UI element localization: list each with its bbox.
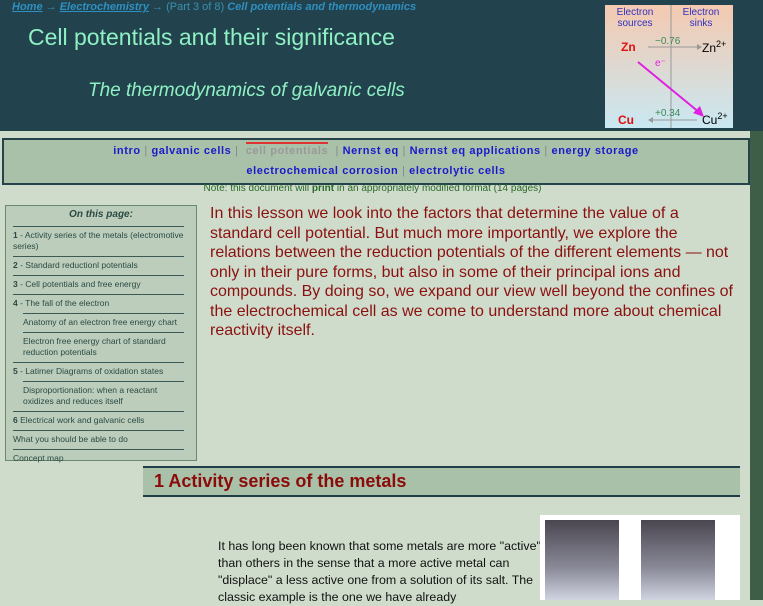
nav-nernst-applications[interactable]: Nernst eq applications [410, 145, 541, 157]
toc-heading: On this page: [69, 209, 133, 220]
nav-sep: | [335, 145, 339, 157]
cu-ion-symbol: Cu [702, 113, 718, 127]
nav-electrochemical-corrosion[interactable]: electrochemical corrosion [246, 165, 398, 177]
cu-label: Cu [618, 113, 634, 127]
right-margin-strip [750, 131, 763, 600]
section-paragraph: It has long been known that some metals … [218, 539, 541, 604]
nav-electrolytic-cells[interactable]: electrolytic cells [409, 165, 505, 177]
electron-sources-label: Electron sources [616, 7, 654, 29]
beaker-before-image [545, 520, 619, 600]
breadcrumb-electrochemistry-link[interactable]: Electrochemistry [60, 1, 149, 13]
toc-item-label: - Latimer Diagrams of oxidation states [17, 366, 164, 376]
breadcrumb-home-link[interactable]: Home [12, 1, 43, 13]
beaker-after-image [641, 520, 715, 600]
toc-item-label: What you should be able to do [13, 434, 128, 444]
section-heading-bar: 1 Activity series of the metals [143, 466, 740, 497]
displacement-photo [540, 515, 740, 600]
breadcrumb-arrow: → [152, 1, 164, 13]
toc-item-label: Electron free energy chart of standard r… [23, 336, 166, 357]
toc-item[interactable]: 6 Electrical work and galvanic cells [13, 411, 184, 430]
breadcrumb-arrow: → [45, 1, 57, 13]
toc-item[interactable]: 1 - Activity series of the metals (elect… [13, 226, 184, 256]
breadcrumb-current: Cell potentials and thermodynamics [227, 1, 417, 13]
zn-ion-charge: 2+ [716, 39, 727, 49]
cu-potential: +0.34 [655, 108, 681, 119]
toc-item-label: Anatomy of an electron free energy chart [23, 317, 178, 327]
toc-item[interactable]: 4 - The fall of the electron [13, 294, 184, 313]
toc-item-label: - Activity series of the metals (electro… [13, 230, 184, 251]
cu-ion-label: Cu2+ [702, 111, 728, 127]
nav-sep: | [235, 145, 239, 157]
zn-ion-label: Zn2+ [702, 39, 726, 55]
toc-item[interactable]: 5 - Latimer Diagrams of oxidation states [13, 362, 184, 381]
nav-nernst-eq[interactable]: Nernst eq [343, 145, 399, 157]
nav-cell-potentials-current: cell potentials [245, 142, 329, 157]
zn-ion-symbol: Zn [702, 41, 717, 55]
toc-item-label: Disproportionation: when a reactant oxid… [23, 385, 158, 406]
note-print: print [311, 183, 335, 194]
electron-label: e⁻ [655, 58, 666, 69]
nav-sep: | [402, 165, 406, 177]
nav-sep: | [402, 145, 406, 157]
intro-paragraph: In this lesson we look into the factors … [210, 205, 733, 339]
toc-item[interactable]: Disproportionation: when a reactant oxid… [23, 381, 184, 411]
toc-item-label: - Standard reductionl potentials [17, 260, 138, 270]
nav-sep: | [544, 145, 548, 157]
page-subtitle: The thermodynamics of galvanic cells [88, 80, 405, 101]
electron-flow-figure: Electron sources Electron sinks Zn −0.76… [605, 5, 733, 128]
electron-sinks-label: Electron sinks [682, 7, 720, 29]
toc-item[interactable]: Anatomy of an electron free energy chart [23, 313, 184, 332]
page-title: Cell potentials and their significance [28, 24, 395, 50]
toc-item[interactable]: Electron free energy chart of standard r… [23, 332, 184, 362]
nav-energy-storage[interactable]: energy storage [552, 145, 639, 157]
breadcrumb-part: (Part 3 of 8) [166, 1, 225, 13]
nav-intro[interactable]: intro [113, 145, 140, 157]
toc-item-label: - Cell potentials and free energy [17, 279, 141, 289]
nav-galvanic-cells[interactable]: galvanic cells [151, 145, 231, 157]
toc-item-label: Concept map [13, 453, 64, 463]
zn-label: Zn [621, 40, 636, 54]
toc-item[interactable]: What you should be able to do [13, 430, 184, 449]
section-heading: 1 Activity series of the metals [154, 471, 407, 491]
zn-potential: −0.76 [655, 36, 681, 47]
nav-sep: | [144, 145, 148, 157]
note-text: in an appropriately modified format (14 … [334, 183, 542, 194]
print-note: Note: this document will print in an app… [0, 183, 745, 194]
toc-item[interactable]: 3 - Cell potentials and free energy [13, 275, 184, 294]
on-this-page-toc: On this page: 1 - Activity series of the… [5, 205, 197, 463]
cu-ion-charge: 2+ [717, 111, 728, 121]
toc-item-label: - The fall of the electron [17, 298, 110, 308]
breadcrumb: Home → Electrochemistry → (Part 3 of 8) … [12, 1, 416, 13]
lesson-nav: intro | galvanic cells | cell potentials… [2, 138, 750, 185]
toc-item[interactable]: 2 - Standard reductionl potentials [13, 256, 184, 275]
toc-item-label: Electrical work and galvanic cells [17, 415, 145, 425]
note-text: Note: this document will [203, 183, 312, 194]
